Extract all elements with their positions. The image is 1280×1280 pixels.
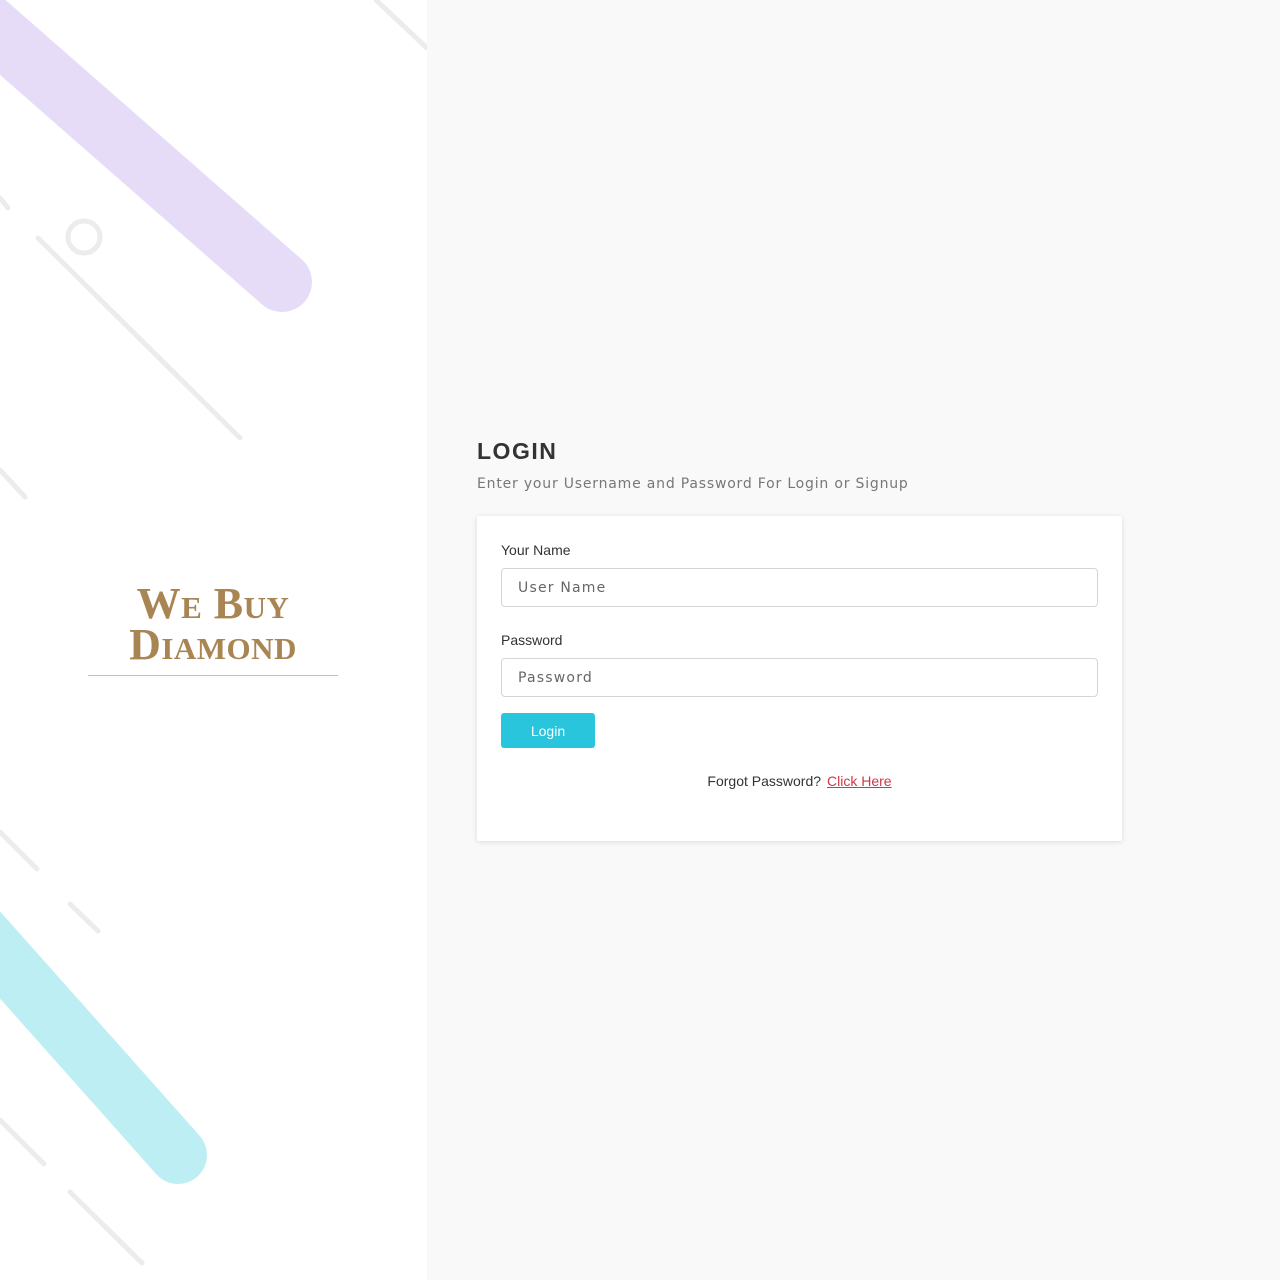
login-subtitle: Enter your Username and Password For Log… — [477, 476, 909, 492]
brand-logo: We Buy Diamond — [88, 579, 338, 669]
grey-line — [0, 1117, 47, 1167]
username-label: Your Name — [501, 542, 571, 558]
forgot-password-link[interactable]: Click Here — [827, 773, 892, 789]
brand-logo-line2: Diamond — [129, 620, 297, 669]
forgot-password-text: Forgot Password? — [707, 773, 822, 789]
brand-logo-line1: We Buy — [136, 579, 290, 628]
login-panel: LOGIN Enter your Username and Password F… — [427, 0, 1280, 1280]
grey-line — [373, 0, 427, 51]
grey-line — [67, 1189, 145, 1266]
grey-circle — [65, 218, 103, 256]
grey-line — [0, 195, 11, 211]
login-title: LOGIN — [477, 438, 558, 464]
forgot-password-row: Forgot Password? Click Here — [477, 773, 1122, 789]
login-button[interactable]: Login — [501, 713, 595, 748]
grey-line — [35, 235, 243, 441]
grey-line — [0, 467, 28, 500]
grey-line — [67, 901, 101, 934]
brand-panel: We Buy Diamond — [0, 0, 427, 1280]
login-form-card: Your Name Password Login Forgot Password… — [477, 516, 1122, 841]
username-input[interactable] — [501, 568, 1098, 607]
brand-divider — [88, 675, 338, 676]
grey-line — [0, 829, 40, 872]
cyan-stripe — [0, 911, 207, 1184]
password-input[interactable] — [501, 658, 1098, 697]
password-label: Password — [501, 632, 563, 648]
